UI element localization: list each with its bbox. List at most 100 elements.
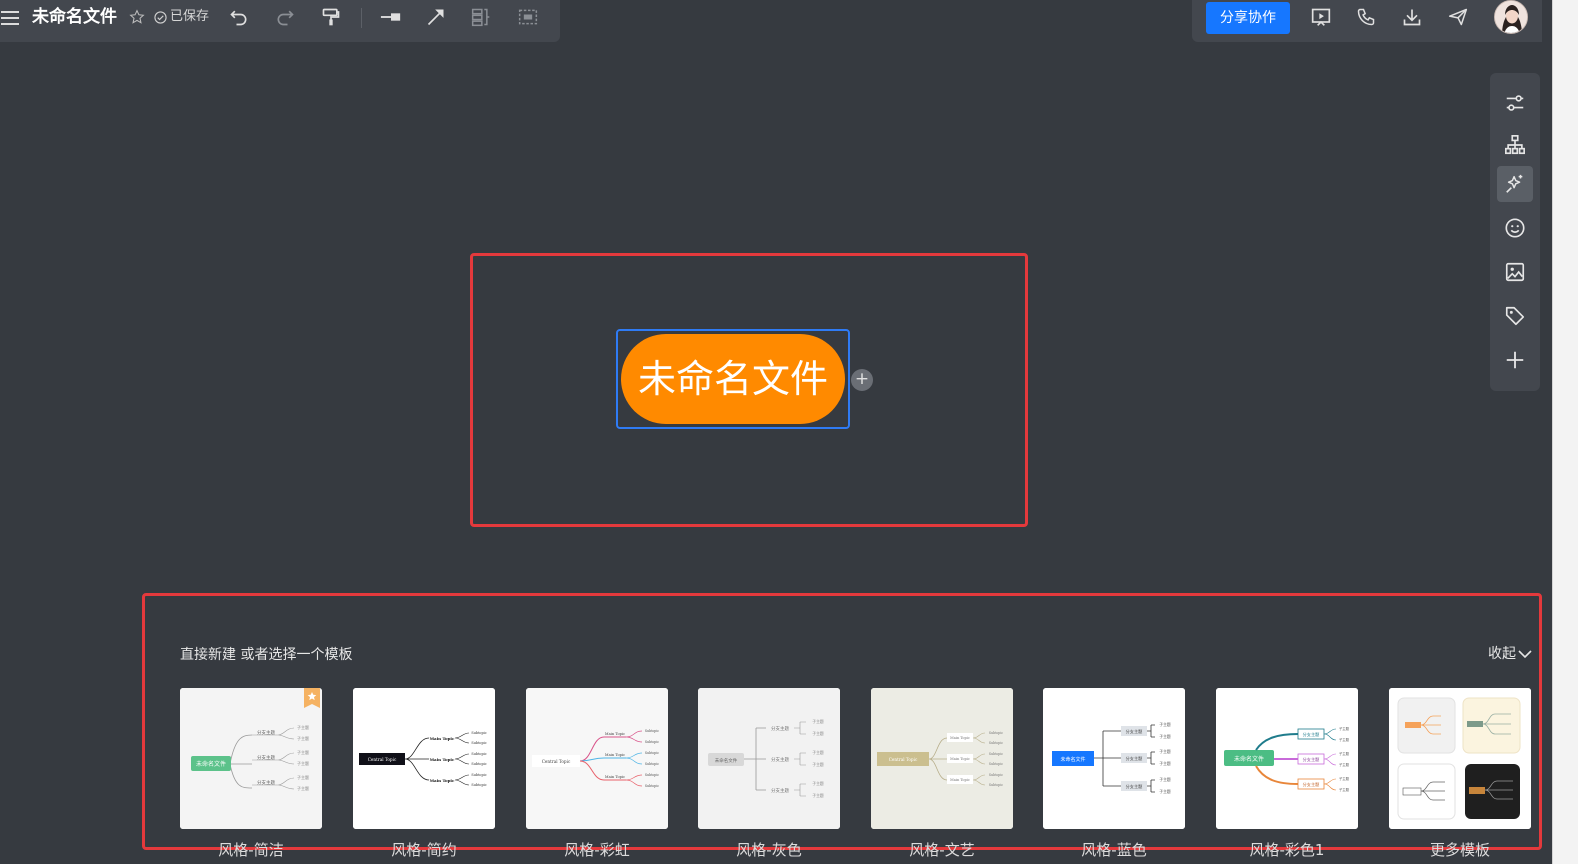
tag-icon[interactable] bbox=[1497, 298, 1533, 334]
template-card-rainbow[interactable]: Central Topic Main Topic Main Topic Main… bbox=[526, 688, 668, 829]
template-prompt: 直接新建 或者选择一个模板 bbox=[180, 647, 353, 663]
mini-leaf-text: 子主题 bbox=[812, 762, 824, 767]
mini-leaf-text: 子主题 bbox=[1339, 737, 1350, 742]
toolbar-divider bbox=[361, 8, 362, 28]
summary-icon[interactable] bbox=[470, 6, 492, 28]
template-card-gray[interactable]: 未命名文件 分支主题 分支主题 分支主题 子主题 子主题 子主题 子主题 子主题… bbox=[698, 688, 840, 829]
mini-branch-text: 分支主题 bbox=[771, 756, 789, 763]
mini-leaf-text: 子主题 bbox=[812, 781, 824, 786]
mini-branch-text: Main Topic bbox=[430, 778, 455, 783]
main-toolbar: 未命名文件 已保存 bbox=[0, 0, 560, 42]
mini-leaf-text: Subtopic bbox=[471, 773, 486, 777]
mini-leaf-text: Subtopic bbox=[645, 784, 660, 788]
add-child-button[interactable]: + bbox=[851, 369, 873, 391]
mini-branch-text: 分支主题 bbox=[1126, 783, 1144, 790]
mini-branch-text: 分支主题 bbox=[771, 787, 789, 794]
menu-icon[interactable] bbox=[0, 8, 20, 28]
mini-leaf-text: 子主题 bbox=[1159, 734, 1171, 739]
template-card-literary[interactable]: Central Topic Main Topic Main Topic Main… bbox=[871, 688, 1013, 829]
mini-leaf-text: Subtopic bbox=[989, 783, 1004, 787]
mini-branch-text: Main Topic bbox=[950, 736, 970, 740]
mini-leaf-text: Subtopic bbox=[989, 762, 1004, 766]
template-label: 风格-简约 bbox=[391, 841, 457, 859]
mini-leaf-text: Subtopic bbox=[989, 731, 1004, 735]
mini-leaf-text: 子主题 bbox=[297, 774, 309, 780]
avatar[interactable] bbox=[1494, 0, 1528, 34]
template-card-colorful-1[interactable]: 未命名文件 分支主题 分支主题 分支主题 子主题 子主题 子主题 子主题 子主题… bbox=[1216, 688, 1358, 829]
mini-branch-text: Main Topic bbox=[430, 757, 455, 762]
mini-branch-text: 分支主题 bbox=[1126, 728, 1144, 735]
mini-leaf-text: Subtopic bbox=[471, 731, 486, 735]
mini-leaf-text: Subtopic bbox=[989, 741, 1004, 745]
arrow-connector-icon[interactable] bbox=[425, 6, 447, 28]
mini-branch-text: 分支主题 bbox=[257, 754, 275, 761]
settings-sliders-icon[interactable] bbox=[1497, 85, 1533, 121]
mini-leaf-text: Subtopic bbox=[471, 762, 486, 766]
chevron-down-icon bbox=[1518, 649, 1532, 659]
check-circle-icon bbox=[154, 10, 167, 24]
line-style-icon[interactable] bbox=[379, 6, 403, 28]
mini-leaf-text: Subtopic bbox=[471, 752, 486, 756]
mini-leaf-text: 子主题 bbox=[1159, 789, 1171, 794]
mini-leaf-text: Subtopic bbox=[989, 773, 1004, 777]
mini-leaf-text: 子主题 bbox=[812, 719, 824, 724]
mini-leaf-text: 子主题 bbox=[1339, 787, 1350, 792]
mini-branch-text: 分支主题 bbox=[1303, 756, 1321, 763]
mini-root-text: 未命名文件 bbox=[1060, 756, 1085, 763]
scrollbar[interactable] bbox=[1552, 0, 1578, 864]
template-label: 风格-灰色 bbox=[736, 841, 802, 859]
mini-branch-text: 分支主题 bbox=[257, 779, 275, 786]
mini-leaf-text: 子主题 bbox=[297, 749, 309, 755]
format-painter-icon[interactable] bbox=[320, 6, 342, 28]
root-topic-node[interactable]: 未命名文件 bbox=[621, 334, 845, 424]
template-card-minimal[interactable]: Central Topic Main Topic Main Topic Main… bbox=[353, 688, 495, 829]
plus-icon[interactable] bbox=[1497, 342, 1533, 378]
mini-root-text: Central Topic bbox=[368, 757, 397, 762]
document-title[interactable]: 未命名文件 bbox=[32, 6, 117, 28]
mini-root-text: 未命名文件 bbox=[196, 760, 226, 768]
mini-branch-text: Main Topic bbox=[430, 736, 455, 741]
mini-leaf-text: Subtopic bbox=[645, 729, 660, 733]
mini-branch-text: 分支主题 bbox=[1303, 731, 1321, 738]
template-card-blue[interactable]: 未命名文件 分支主题 分支主题 分支主题 子主题 子主题 子主题 子主题 子主题… bbox=[1043, 688, 1185, 829]
collapse-button[interactable]: 收起 bbox=[1488, 644, 1532, 664]
undo-icon[interactable] bbox=[228, 6, 250, 28]
share-collaborate-button[interactable]: 分享协作 bbox=[1206, 2, 1290, 34]
template-card-more[interactable] bbox=[1389, 688, 1531, 829]
send-icon[interactable] bbox=[1447, 6, 1469, 28]
template-card-simple[interactable]: 未命名文件 分支主题 分支主题 分支主题 子主题 子主题 子主题 子主题 子主题… bbox=[180, 688, 322, 829]
mini-branch-text: 分支主题 bbox=[771, 725, 789, 732]
redo-icon[interactable] bbox=[274, 6, 296, 28]
mini-root-text: Central Topic bbox=[889, 757, 918, 762]
mini-leaf-text: Subtopic bbox=[471, 741, 486, 745]
mini-leaf-text: 子主题 bbox=[1339, 776, 1350, 781]
mini-leaf-text: 子主题 bbox=[812, 793, 824, 798]
template-label: 风格-蓝色 bbox=[1081, 841, 1147, 859]
phone-icon[interactable] bbox=[1355, 6, 1377, 28]
save-status-label: 已保存 bbox=[170, 9, 210, 24]
mini-leaf-text: Subtopic bbox=[645, 773, 660, 777]
mini-leaf-text: 子主题 bbox=[1339, 762, 1350, 767]
mini-leaf-text: Subtopic bbox=[645, 762, 660, 766]
mini-leaf-text: Subtopic bbox=[645, 751, 660, 755]
mini-root-text: Central Topic bbox=[542, 759, 571, 764]
structure-icon[interactable] bbox=[1497, 127, 1533, 163]
template-label: 风格-彩色1 bbox=[1249, 841, 1325, 859]
emoji-icon[interactable] bbox=[1497, 210, 1533, 246]
mini-branch-text: Main Topic bbox=[605, 753, 625, 757]
mini-leaf-text: Subtopic bbox=[989, 752, 1004, 756]
mini-branch-text: 分支主题 bbox=[257, 729, 275, 736]
download-icon[interactable] bbox=[1401, 6, 1423, 28]
presentation-icon[interactable] bbox=[1310, 6, 1332, 28]
image-icon[interactable] bbox=[1497, 254, 1533, 290]
mini-leaf-text: 子主题 bbox=[812, 731, 824, 736]
star-icon[interactable] bbox=[128, 8, 146, 26]
mini-branch-text: 分支主题 bbox=[1303, 781, 1321, 788]
boundary-icon[interactable] bbox=[517, 6, 539, 28]
favorite-badge-icon bbox=[304, 688, 320, 708]
mini-leaf-text: 子主题 bbox=[297, 785, 309, 791]
mini-leaf-text: 子主题 bbox=[1339, 726, 1350, 731]
mini-leaf-text: 子主题 bbox=[1159, 761, 1171, 766]
magic-style-icon[interactable] bbox=[1497, 166, 1533, 202]
mini-branch-text: Main Topic bbox=[605, 775, 625, 779]
